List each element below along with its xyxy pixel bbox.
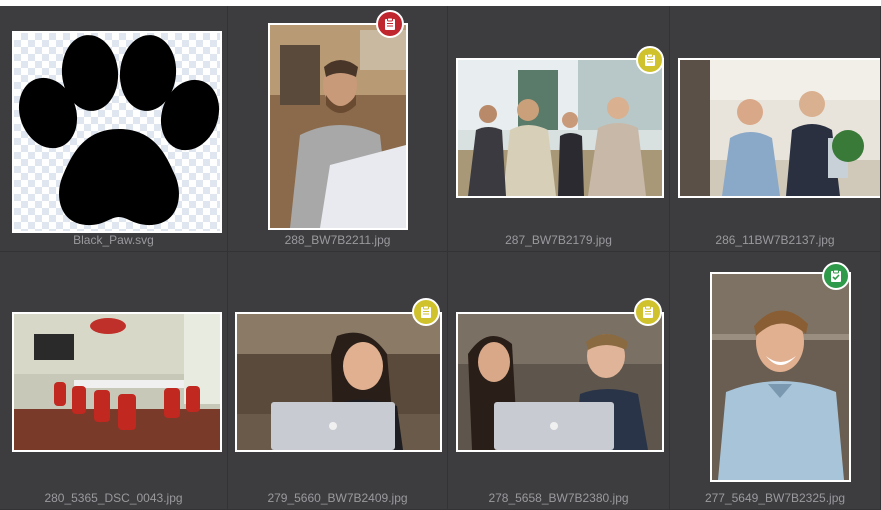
status-badge-red[interactable] — [376, 10, 404, 38]
photo-men-at-table-plant — [680, 60, 880, 196]
clipboard-icon — [645, 53, 655, 66]
thumbnail-image[interactable] — [12, 312, 222, 452]
clipboard-icon — [385, 17, 395, 30]
thumbnail-image[interactable] — [235, 312, 442, 452]
thumbnail-image[interactable] — [456, 58, 664, 198]
thumbnail-image[interactable] — [456, 312, 664, 452]
media-tile[interactable]: 280_5365_DSC_0043.jpg — [0, 252, 228, 510]
media-tile[interactable]: 277_5649_BW7B2325.jpg — [670, 252, 881, 510]
status-badge-green[interactable] — [822, 262, 850, 290]
media-tile[interactable]: Black_Paw.svg — [0, 6, 228, 252]
thumbnail-image[interactable] — [710, 272, 851, 482]
clipboard-check-icon — [831, 269, 841, 282]
media-tile[interactable]: 279_5660_BW7B2409.jpg — [228, 252, 448, 510]
filename-label: 286_11BW7B2137.jpg — [715, 233, 835, 247]
photo-woman-man-laptop — [458, 314, 662, 450]
photo-bearded-man-laptop — [270, 25, 406, 228]
paw-print-image — [18, 35, 220, 226]
filename-label: 277_5649_BW7B2325.jpg — [704, 491, 846, 505]
thumbnail-image[interactable] — [268, 23, 408, 230]
photo-conference-room-red-chairs — [14, 314, 220, 450]
filename-label: 288_BW7B2211.jpg — [284, 233, 391, 247]
clipboard-icon — [421, 305, 431, 318]
filename-label: 287_BW7B2179.jpg — [505, 233, 612, 247]
photo-smiling-man-portrait — [712, 274, 849, 480]
status-badge-yellow[interactable] — [636, 46, 664, 74]
media-grid: Black_Paw.svg 288_BW7B2211.jpg 287_BW7B2… — [0, 0, 881, 510]
filename-label: Black_Paw.svg — [73, 233, 154, 247]
clipboard-icon — [643, 305, 653, 318]
photo-woman-laptop-smiling — [237, 314, 440, 450]
photo-meeting-table-group — [458, 60, 662, 196]
thumbnail-image[interactable] — [12, 31, 222, 233]
thumbnail-image[interactable] — [678, 58, 880, 198]
media-tile[interactable]: 286_11BW7B2137.jpg — [670, 6, 881, 252]
media-tile[interactable]: 288_BW7B2211.jpg — [228, 6, 448, 252]
filename-label: 278_5658_BW7B2380.jpg — [488, 491, 629, 505]
filename-label: 279_5660_BW7B2409.jpg — [267, 491, 408, 505]
status-badge-yellow[interactable] — [412, 298, 440, 326]
media-tile[interactable]: 287_BW7B2179.jpg — [448, 6, 670, 252]
media-tile[interactable]: 278_5658_BW7B2380.jpg — [448, 252, 670, 510]
filename-label: 280_5365_DSC_0043.jpg — [44, 491, 183, 505]
status-badge-yellow[interactable] — [634, 298, 662, 326]
